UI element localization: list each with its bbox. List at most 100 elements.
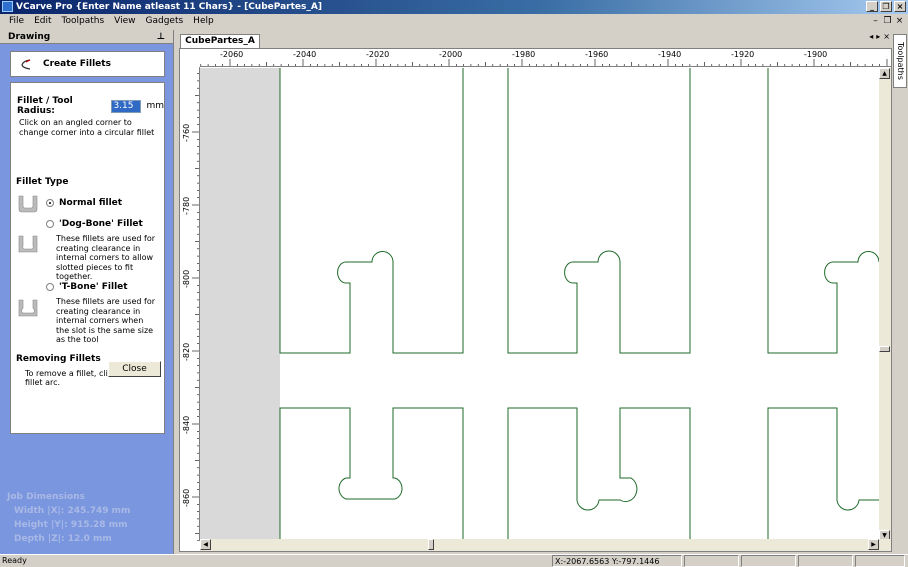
option-normal-fillet[interactable]: Normal fillet bbox=[46, 198, 122, 208]
menu-view[interactable]: View bbox=[109, 14, 140, 29]
right-dock: Toolpaths bbox=[892, 30, 908, 554]
job-dimensions: Job Dimensions Width |X|: 245.749 mm Hei… bbox=[7, 490, 130, 546]
vector-part-bottom-2[interactable] bbox=[507, 407, 691, 539]
option-tbone-label: 'T-Bone' Fillet bbox=[59, 282, 128, 292]
status-cell-2 bbox=[741, 555, 796, 567]
vector-part-top-2[interactable] bbox=[507, 68, 691, 354]
radius-row: Fillet / Tool Radius: mm bbox=[17, 96, 164, 116]
radius-label: Fillet / Tool Radius: bbox=[17, 96, 73, 116]
removing-title: Removing Fillets bbox=[16, 354, 101, 364]
drawing-view: -2060 -2040 -2020 -2000 -1980 -1960 -1940 -1920… bbox=[179, 48, 892, 552]
tool-options: Fillet / Tool Radius: mm Click on an ang… bbox=[10, 82, 165, 434]
job-depth: Depth |Z|: 12.0 mm bbox=[14, 534, 112, 544]
ruler-top: -2060 -2040 -2020 -2000 -1980 -1960 -1940 -1920… bbox=[200, 49, 891, 67]
menu-file[interactable]: File bbox=[4, 14, 29, 29]
option-tbone-fillet[interactable]: 'T-Bone' Fillet bbox=[46, 282, 128, 292]
document-area: CubePartes_A ◂ ▸ × -2060 -2040 -2020 -2000 -… bbox=[176, 30, 892, 554]
material-boundary bbox=[200, 68, 280, 539]
tab-next-icon[interactable]: ▸ bbox=[876, 32, 880, 41]
tool-title-box: Create Fillets bbox=[10, 51, 165, 77]
close-button[interactable]: Close bbox=[108, 361, 161, 377]
status-bar: Ready X:-2067.6563 Y:-797.1446 bbox=[0, 554, 908, 567]
ruler-top-label: -1940 bbox=[658, 50, 681, 59]
dogbone-description: These fillets are used for creating clea… bbox=[56, 234, 156, 281]
ruler-top-labels: -2060 -2040 -2020 -2000 -1980 -1960 -1940 -1920… bbox=[220, 50, 827, 59]
tbone-description: These fillets are used for creating clea… bbox=[56, 297, 156, 344]
status-ready: Ready bbox=[2, 556, 27, 565]
minimize-button[interactable]: _ bbox=[866, 1, 878, 12]
job-width: Width |X|: 245.749 mm bbox=[14, 506, 131, 516]
horizontal-scrollbar[interactable]: ◀ ▶ bbox=[200, 539, 891, 551]
ruler-left-label: -840 bbox=[182, 416, 191, 434]
close-window-button[interactable]: × bbox=[894, 1, 906, 12]
ruler-top-ticks bbox=[200, 59, 888, 66]
normal-fillet-icon bbox=[18, 195, 38, 213]
ruler-left-labels: -760 -780 -800 -820 -840 -860 bbox=[182, 124, 191, 507]
scroll-left-button[interactable]: ◀ bbox=[200, 539, 211, 550]
vector-part-top-1[interactable] bbox=[279, 68, 464, 354]
tab-navigation: ◂ ▸ × bbox=[869, 32, 890, 41]
vertical-scroll-thumb[interactable] bbox=[879, 346, 890, 352]
fillet-type-title: Fillet Type bbox=[16, 177, 69, 187]
ruler-left-ticks bbox=[192, 73, 199, 541]
radio-normal[interactable] bbox=[46, 199, 54, 207]
status-cell-3 bbox=[798, 555, 853, 567]
help-text: Click on an angled corner to change corn… bbox=[19, 118, 155, 137]
ruler-top-label: -2060 bbox=[220, 50, 243, 59]
app-window: VCarve Pro {Enter Name atleast 11 Chars}… bbox=[0, 0, 908, 567]
scroll-right-button[interactable]: ▶ bbox=[868, 539, 879, 550]
option-normal-label: Normal fillet bbox=[59, 198, 123, 208]
ruler-left-label: -820 bbox=[182, 343, 191, 361]
vector-part-top-3[interactable] bbox=[767, 68, 879, 354]
menu-bar: File Edit Toolpaths View Gadgets Help bbox=[0, 14, 908, 29]
window-controls: _ ❐ × bbox=[866, 1, 906, 12]
vector-part-bottom-3[interactable] bbox=[767, 407, 879, 539]
title-bar: VCarve Pro {Enter Name atleast 11 Chars}… bbox=[0, 0, 908, 14]
vector-part-bottom-1[interactable] bbox=[279, 407, 464, 539]
scroll-up-button[interactable]: ▲ bbox=[879, 68, 890, 79]
restore-button[interactable]: ❐ bbox=[880, 1, 892, 12]
menu-gadgets[interactable]: Gadgets bbox=[141, 14, 189, 29]
doc-restore-icon[interactable]: ❐ bbox=[883, 16, 892, 26]
tbone-fillet-icon bbox=[18, 299, 38, 317]
panel-header-title: Drawing bbox=[8, 32, 51, 42]
ruler-top-label: -1980 bbox=[512, 50, 535, 59]
option-dogbone-label: 'Dog-Bone' Fillet bbox=[59, 219, 143, 229]
horizontal-scroll-thumb[interactable] bbox=[428, 539, 434, 550]
tab-close-icon[interactable]: × bbox=[883, 32, 890, 41]
menu-help[interactable]: Help bbox=[188, 14, 219, 29]
job-height: Height |Y|: 915.28 mm bbox=[14, 520, 128, 530]
radius-unit: mm bbox=[146, 101, 164, 111]
panel-header: Drawing ⊥ bbox=[0, 30, 173, 44]
vector-paths[interactable] bbox=[279, 68, 879, 539]
radius-input[interactable] bbox=[111, 99, 142, 113]
job-dims-title: Job Dimensions bbox=[7, 492, 85, 502]
option-dogbone-fillet[interactable]: 'Dog-Bone' Fillet bbox=[46, 219, 143, 229]
ruler-top-label: -1960 bbox=[585, 50, 608, 59]
drawing-panel: Drawing ⊥ Create Fillets Fillet / Tool R… bbox=[0, 30, 174, 554]
ruler-top-label: -2020 bbox=[366, 50, 389, 59]
vertical-scrollbar[interactable]: ▲ ▼ bbox=[879, 68, 891, 541]
radio-tbone[interactable] bbox=[46, 283, 54, 291]
menu-edit[interactable]: Edit bbox=[29, 14, 56, 29]
ruler-top-label: -2000 bbox=[439, 50, 462, 59]
doc-close-icon[interactable]: × bbox=[895, 16, 904, 26]
pin-icon[interactable]: ⊥ bbox=[157, 30, 165, 44]
window-title: VCarve Pro {Enter Name atleast 11 Chars}… bbox=[16, 2, 322, 12]
status-cell-1 bbox=[684, 555, 739, 567]
doc-minimize-icon[interactable]: – bbox=[871, 16, 880, 26]
drawing-canvas[interactable] bbox=[200, 68, 879, 539]
ruler-left-label: -780 bbox=[182, 197, 191, 215]
ruler-corner bbox=[180, 49, 200, 67]
tab-cubepartes-a[interactable]: CubePartes_A bbox=[180, 34, 260, 48]
radio-dogbone[interactable] bbox=[46, 220, 54, 228]
menu-toolpaths[interactable]: Toolpaths bbox=[57, 14, 110, 29]
tab-prev-icon[interactable]: ◂ bbox=[869, 32, 873, 41]
tool-title: Create Fillets bbox=[43, 59, 111, 69]
toolpaths-tab[interactable]: Toolpaths bbox=[893, 34, 907, 88]
document-controls: – ❐ × bbox=[871, 16, 904, 26]
ruler-left-label: -760 bbox=[182, 124, 191, 142]
ruler-left-label: -860 bbox=[182, 489, 191, 507]
fillet-tool-icon bbox=[21, 59, 31, 70]
ruler-top-label: -2040 bbox=[293, 50, 316, 59]
